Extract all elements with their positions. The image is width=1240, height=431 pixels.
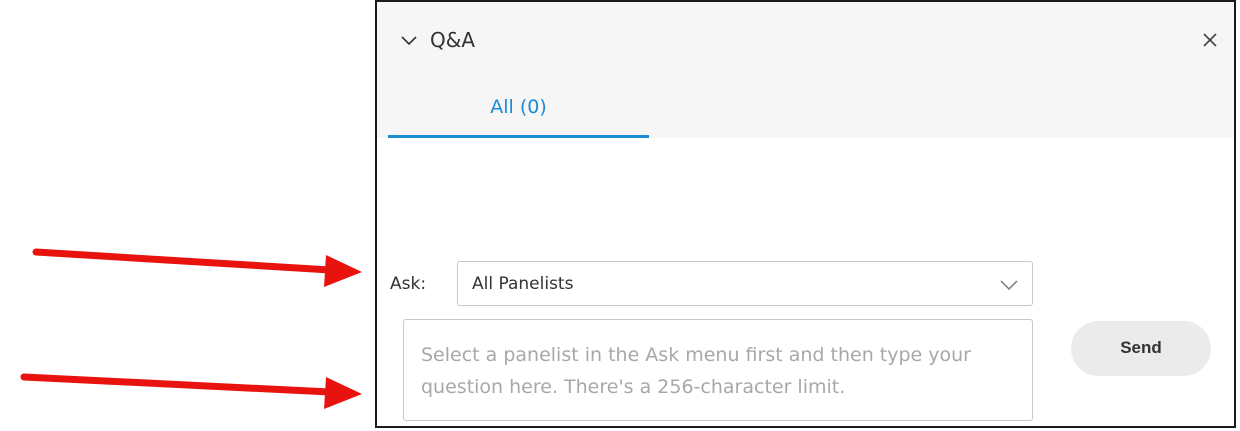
ask-label: Ask: <box>390 274 427 294</box>
qa-panel: Q&A All (0) Ask: All Panelists Select a … <box>375 0 1236 428</box>
page: Q&A All (0) Ask: All Panelists Select a … <box>0 0 1240 431</box>
qa-title-row: Q&A <box>377 2 1234 82</box>
send-button[interactable]: Send <box>1071 321 1211 376</box>
chevron-down-icon[interactable] <box>399 32 419 48</box>
ask-selected-value: All Panelists <box>472 274 574 294</box>
annotation-arrow-ask <box>32 248 362 287</box>
tab-active-indicator <box>388 135 649 138</box>
chevron-down-icon <box>999 277 1019 291</box>
qa-header: Q&A All (0) <box>377 2 1234 138</box>
question-input[interactable] <box>403 319 1033 421</box>
send-button-label: Send <box>1120 338 1162 357</box>
tab-all[interactable]: All (0) <box>388 82 649 138</box>
close-icon[interactable] <box>1200 30 1220 50</box>
panel-title: Q&A <box>430 28 476 52</box>
ask-recipient-dropdown[interactable]: All Panelists <box>457 261 1033 306</box>
tab-all-label: All (0) <box>490 96 547 118</box>
annotation-arrow-question <box>20 373 362 409</box>
